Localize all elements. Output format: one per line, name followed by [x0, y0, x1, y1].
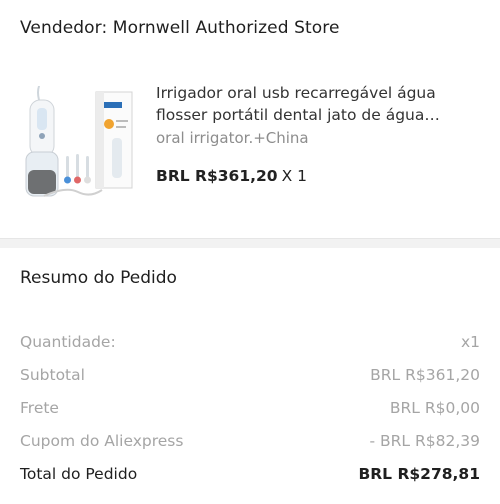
- summary-label: Quantidade:: [20, 333, 116, 351]
- summary-row-coupon: Cupom do Aliexpress - BRL R$82,39: [20, 429, 480, 453]
- summary-value: BRL R$361,20: [370, 366, 480, 384]
- summary-row-quantity: Quantidade: x1: [20, 330, 480, 354]
- product-variant: oral irrigator.+China: [156, 129, 309, 147]
- product-item[interactable]: Irrigador oral usb recarregável água flo…: [0, 70, 500, 210]
- summary-value: - BRL R$82,39: [369, 432, 481, 450]
- section-divider: [0, 238, 500, 248]
- order-summary-title: Resumo do Pedido: [20, 268, 177, 288]
- summary-label: Subtotal: [20, 366, 85, 384]
- product-image[interactable]: [16, 78, 140, 200]
- product-price: BRL R$361,20: [156, 167, 278, 185]
- summary-row-subtotal: Subtotal BRL R$361,20: [20, 363, 480, 387]
- order-total-label: Total do Pedido: [20, 465, 138, 483]
- seller-name[interactable]: Vendedor: Mornwell Authorized Store: [20, 18, 340, 38]
- order-total-value: BRL R$278,81: [358, 465, 480, 483]
- water-flosser-icon: [16, 78, 140, 200]
- summary-value: x1: [460, 333, 480, 351]
- summary-row-total: Total do Pedido BRL R$278,81: [20, 462, 480, 486]
- product-title[interactable]: Irrigador oral usb recarregável água flo…: [156, 82, 486, 126]
- summary-value: BRL R$0,00: [389, 399, 480, 417]
- product-price-row: BRL R$361,20 X 1: [156, 167, 307, 185]
- summary-label: Cupom do Aliexpress: [20, 432, 184, 450]
- summary-label: Frete: [20, 399, 59, 417]
- summary-row-shipping: Frete BRL R$0,00: [20, 396, 480, 420]
- product-quantity: X 1: [281, 167, 307, 185]
